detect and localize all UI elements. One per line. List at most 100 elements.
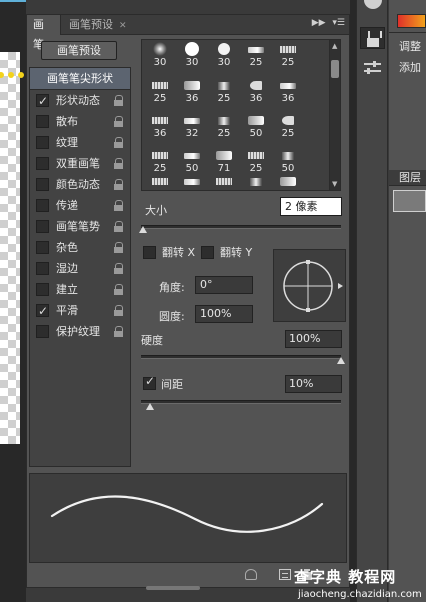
- gradient-swatch[interactable]: [397, 14, 426, 28]
- brush-tip[interactable]: 25: [144, 80, 176, 104]
- canvas-area[interactable]: [0, 0, 26, 602]
- hardness-slider-thumb[interactable]: [337, 357, 345, 364]
- option-dual-brush[interactable]: 双重画笔: [30, 153, 130, 174]
- spacing-slider[interactable]: [141, 400, 341, 404]
- checkbox[interactable]: [36, 262, 49, 275]
- tip-grid-scrollbar[interactable]: ▲ ▼: [329, 40, 340, 190]
- brush-tip[interactable]: 25: [208, 115, 240, 139]
- option-texture[interactable]: 纹理: [30, 132, 130, 153]
- option-noise[interactable]: 杂色: [30, 237, 130, 258]
- brush-tip[interactable]: 50: [272, 150, 304, 174]
- scroll-up-icon[interactable]: ▲: [332, 42, 337, 50]
- option-protect-texture[interactable]: 保护纹理: [30, 321, 130, 342]
- flip-x-checkbox[interactable]: [143, 246, 156, 259]
- scroll-thumb[interactable]: [331, 60, 339, 78]
- brush-tip[interactable]: 25: [272, 44, 304, 68]
- brush-tip[interactable]: 25: [272, 115, 304, 139]
- flip-y-checkbox[interactable]: [201, 246, 214, 259]
- checkbox[interactable]: [36, 301, 49, 322]
- spacing-checkbox[interactable]: [143, 374, 156, 390]
- adjustments-title[interactable]: 调整: [399, 38, 421, 54]
- panel-menu-icon[interactable]: ▾☰: [332, 18, 345, 28]
- brush-tip[interactable]: 32: [176, 115, 208, 139]
- checkbox[interactable]: [36, 91, 49, 112]
- close-icon[interactable]: ✕: [119, 21, 127, 31]
- checkbox[interactable]: [36, 157, 49, 170]
- option-color-dynamics[interactable]: 颜色动态: [30, 174, 130, 195]
- brush-tip[interactable]: 36: [240, 80, 272, 104]
- option-brush-pose[interactable]: 画笔笔势: [30, 216, 130, 237]
- layer-thumbnail[interactable]: [393, 190, 426, 212]
- angle-roundness-widget[interactable]: [273, 249, 346, 322]
- size-input[interactable]: 2 像素: [280, 197, 342, 216]
- lock-icon[interactable]: [114, 158, 123, 169]
- lock-icon[interactable]: [114, 305, 123, 316]
- tab-brush[interactable]: 画笔: [27, 15, 61, 51]
- brush-tip[interactable]: 30: [208, 43, 240, 68]
- brush-tip[interactable]: 36: [144, 115, 176, 139]
- lock-icon[interactable]: [114, 284, 123, 295]
- lock-icon[interactable]: [114, 95, 123, 106]
- brush-tip[interactable]: 36: [176, 80, 208, 104]
- lock-icon[interactable]: [114, 116, 123, 127]
- brush-presets-icon[interactable]: [360, 57, 385, 79]
- hardness-slider[interactable]: [141, 355, 341, 359]
- brush-tip[interactable]: [208, 176, 240, 190]
- brush-tip[interactable]: 50: [240, 115, 272, 139]
- checkbox[interactable]: [36, 115, 49, 128]
- lock-icon[interactable]: [114, 326, 123, 337]
- option-shape-dynamics[interactable]: 形状动态: [30, 90, 130, 112]
- checkbox[interactable]: [36, 199, 49, 212]
- option-build-up[interactable]: 建立: [30, 279, 130, 300]
- size-slider-thumb[interactable]: [139, 226, 147, 233]
- lock-icon[interactable]: [114, 263, 123, 274]
- checkbox[interactable]: [36, 325, 49, 338]
- option-smoothing[interactable]: 平滑: [30, 300, 130, 322]
- size-slider[interactable]: [141, 225, 341, 229]
- spacing-input[interactable]: 10%: [285, 375, 342, 393]
- checkbox[interactable]: [36, 178, 49, 191]
- lock-icon[interactable]: [114, 221, 123, 232]
- hardness-input[interactable]: 100%: [285, 330, 342, 348]
- brush-tip[interactable]: [272, 176, 304, 190]
- brush-tip[interactable]: 25: [240, 150, 272, 174]
- brush-panel-icon[interactable]: [360, 27, 385, 49]
- angle-input[interactable]: 0°: [195, 276, 253, 294]
- flip-y[interactable]: 翻转 Y: [201, 246, 261, 260]
- roundness-input[interactable]: 100%: [195, 305, 253, 323]
- brush-tip[interactable]: [144, 176, 176, 190]
- guide-line: [0, 0, 26, 2]
- checkbox[interactable]: [36, 136, 49, 149]
- brush-tip[interactable]: [240, 176, 272, 190]
- info-icon[interactable]: [364, 0, 382, 9]
- lock-icon[interactable]: [114, 242, 123, 253]
- option-wet-edges[interactable]: 湿边: [30, 258, 130, 279]
- brush-tip[interactable]: 30: [176, 42, 208, 68]
- brush-tip[interactable]: 25: [144, 150, 176, 174]
- brush-tip[interactable]: 30: [144, 42, 176, 68]
- brush-tip[interactable]: [176, 176, 208, 190]
- toggle-preview-icon[interactable]: [245, 569, 257, 580]
- scroll-down-icon[interactable]: ▼: [332, 180, 337, 188]
- spacing-slider-thumb[interactable]: [146, 403, 154, 410]
- checkbox[interactable]: [36, 283, 49, 296]
- collapse-arrows-icon[interactable]: ▶▶: [312, 18, 326, 28]
- brush-tip[interactable]: 71: [208, 150, 240, 174]
- brush-tip[interactable]: 25: [208, 80, 240, 104]
- brush-tip[interactable]: 36: [272, 80, 304, 104]
- option-brush-tip-shape[interactable]: 画笔笔尖形状: [30, 68, 130, 90]
- option-transfer[interactable]: 传递: [30, 195, 130, 216]
- tab-brush-presets[interactable]: 画笔预设 ✕: [63, 15, 133, 35]
- checkbox[interactable]: [36, 220, 49, 233]
- brush-presets-button[interactable]: 画笔预设: [41, 41, 117, 60]
- checkbox[interactable]: [36, 241, 49, 254]
- lock-icon[interactable]: [114, 137, 123, 148]
- flip-x[interactable]: 翻转 X: [143, 246, 203, 260]
- lock-icon[interactable]: [114, 200, 123, 211]
- option-scattering[interactable]: 散布: [30, 111, 130, 132]
- transparent-canvas[interactable]: [0, 52, 20, 444]
- brush-tip[interactable]: 25: [240, 44, 272, 68]
- brush-tip[interactable]: 50: [176, 150, 208, 174]
- horizontal-scrollbar[interactable]: [146, 586, 200, 590]
- lock-icon[interactable]: [114, 179, 123, 190]
